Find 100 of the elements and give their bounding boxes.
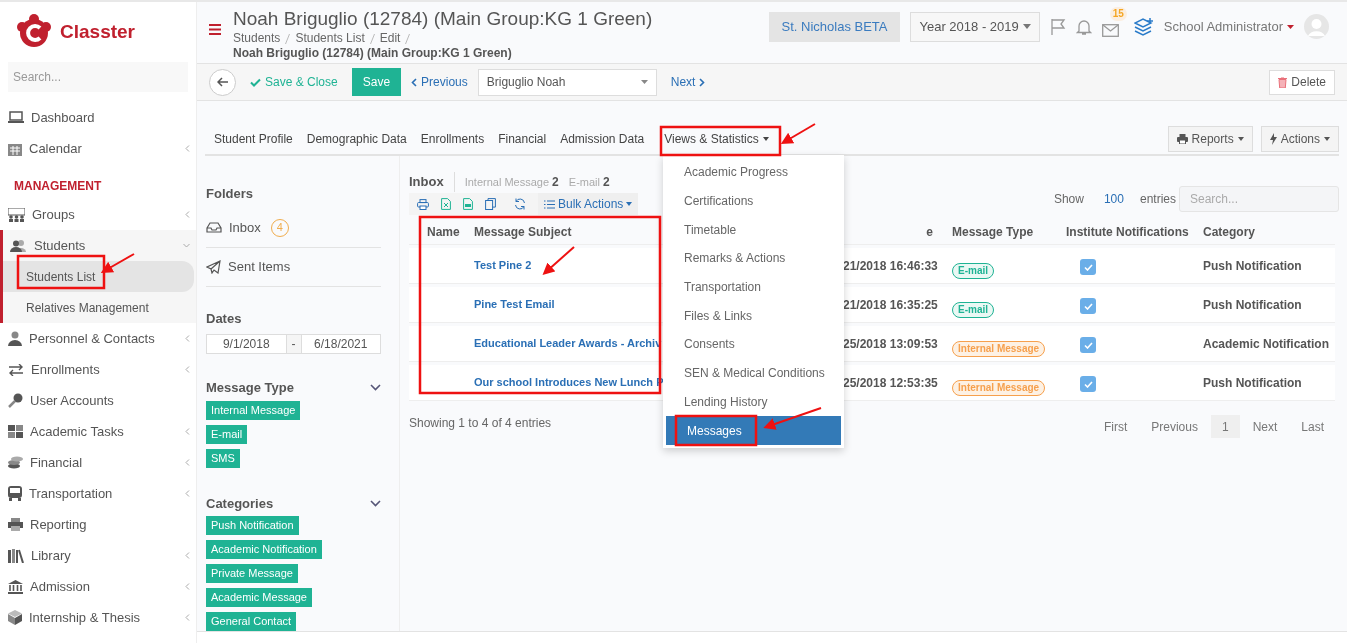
menu-item[interactable]: Certifications <box>663 186 844 216</box>
checkbox[interactable] <box>1080 298 1096 314</box>
delete-button[interactable]: Delete <box>1269 69 1335 95</box>
checkbox[interactable] <box>1080 376 1096 392</box>
tab[interactable]: Student Profile <box>214 124 293 153</box>
type-badge: E-mail <box>952 263 994 279</box>
actions-button[interactable]: Actions <box>1260 125 1339 152</box>
layers-plus-icon[interactable] <box>1133 17 1154 36</box>
column-header: Message Subject <box>474 223 572 241</box>
sidebar-item[interactable]: Groups <box>0 199 196 230</box>
message-count: Internal Message 2 <box>464 174 559 191</box>
column-header: Institute Notifications <box>1066 223 1189 241</box>
menu-item[interactable]: Lending History <box>663 387 844 417</box>
year-select[interactable]: Year 2018 - 2019 <box>910 12 1040 42</box>
reports-button[interactable]: Reports <box>1167 125 1253 152</box>
pagination-button[interactable]: Last <box>1290 415 1335 438</box>
sidebar-item[interactable]: Transportation <box>0 478 196 509</box>
school-badge[interactable]: St. Nicholas BETA <box>768 12 901 42</box>
coins-icon <box>8 456 23 469</box>
message-subject-link[interactable]: Test Pine 2 <box>474 257 532 274</box>
chevron-down-icon[interactable] <box>370 384 381 392</box>
student-select[interactable]: Briguglio Noah <box>477 68 657 96</box>
excel-icon[interactable] <box>441 198 451 210</box>
section-heading: Categories <box>206 494 274 513</box>
search-field[interactable]: Search... <box>8 62 188 92</box>
sidebar-item[interactable]: Financial <box>0 447 196 478</box>
chevron-right-icon <box>699 77 706 87</box>
sidebar-item[interactable]: Internship & Thesis <box>0 602 196 633</box>
tab[interactable]: Admission Data <box>560 124 645 153</box>
bulk-actions-button[interactable]: Bulk Actions <box>538 193 639 215</box>
sidebar-item[interactable]: User Accounts <box>0 385 196 416</box>
menu-item[interactable]: SEN & Medical Conditions <box>663 358 844 388</box>
breadcrumb-item[interactable]: Edit <box>379 31 401 46</box>
type-badge: Internal Message <box>952 380 1046 396</box>
tab[interactable]: Financial <box>498 124 547 153</box>
table-search-field[interactable]: Search... <box>1179 186 1339 212</box>
print-icon[interactable] <box>417 198 429 210</box>
csv-icon[interactable] <box>463 198 473 210</box>
menu-item[interactable]: Remarks & Actions <box>663 244 844 273</box>
sidebar-item[interactable]: Personnel & Contacts <box>0 323 196 354</box>
table-info: Showing 1 to 4 of 4 entries <box>409 414 552 432</box>
sidebar-item[interactable]: Admission <box>0 571 196 602</box>
annotation-arrow <box>780 123 816 145</box>
menu-item[interactable]: Timetable <box>663 215 844 245</box>
user-menu[interactable]: School Administrator <box>1163 17 1294 37</box>
bell-icon[interactable] <box>1075 17 1092 36</box>
section-heading: Dates <box>206 309 243 328</box>
message-count: E-mail 2 <box>568 174 610 191</box>
date-range-field[interactable]: 9/1/2018 - 6/18/2021 <box>206 334 381 354</box>
entries-select[interactable]: 100 <box>1103 190 1124 208</box>
copy-icon[interactable] <box>485 198 496 210</box>
sidebar-item[interactable]: Enrollments <box>0 354 196 385</box>
calendar-icon <box>8 141 22 156</box>
sidebar-item[interactable]: Library <box>0 540 196 571</box>
menu-icon[interactable] <box>209 24 221 35</box>
flag-icon[interactable] <box>1049 17 1066 36</box>
sidebar-subitem[interactable]: Relatives Management <box>3 292 194 323</box>
sidebar-item[interactable]: Calendar <box>0 133 196 164</box>
key-icon <box>8 393 23 408</box>
previous-button[interactable]: Previous <box>411 73 468 91</box>
show-label: Show <box>1053 191 1084 208</box>
group-icon <box>8 207 25 222</box>
chevron-down-icon[interactable] <box>370 499 381 507</box>
menu-item[interactable]: Transportation <box>663 272 844 302</box>
sidebar-subitem[interactable]: Students List <box>3 261 194 292</box>
breadcrumb-item[interactable]: Students List <box>295 31 365 46</box>
pagination-button[interactable]: First <box>1092 415 1139 438</box>
sidebar-item[interactable]: Reporting <box>0 509 196 540</box>
breadcrumb-item[interactable]: Students <box>233 31 281 46</box>
menu-item[interactable]: Files & Links <box>663 301 844 331</box>
printer-icon <box>8 518 23 531</box>
mail-icon[interactable] <box>1101 23 1119 37</box>
section-heading: Message Type <box>206 379 294 397</box>
folder-item[interactable]: Sent Items <box>206 247 381 287</box>
table-cell-text: 25/2018 13:09:53 <box>843 336 939 353</box>
swap-arrows-icon <box>8 363 24 376</box>
checkbox[interactable] <box>1080 337 1096 353</box>
arrow-left-icon <box>216 77 229 87</box>
next-button[interactable]: Next <box>670 73 706 91</box>
notification-badge: 15 <box>1109 6 1127 21</box>
folder-item[interactable]: Inbox 4 <box>206 208 381 248</box>
tab[interactable]: Enrollments <box>420 124 485 153</box>
sidebar-item[interactable]: Academic Tasks <box>0 416 196 447</box>
pagination-button[interactable]: Previous <box>1140 415 1209 438</box>
pagination-button[interactable]: Next <box>1241 415 1289 438</box>
caret-icon <box>1022 24 1031 30</box>
back-button[interactable] <box>209 68 236 96</box>
menu-item[interactable]: Consents <box>663 330 844 359</box>
tab[interactable]: Views & Statistics <box>658 124 775 153</box>
tab[interactable]: Demographic Data <box>306 124 407 153</box>
menu-item[interactable]: Academic Progress <box>663 158 844 187</box>
sidebar-item[interactable]: Students <box>3 230 196 261</box>
checkbox[interactable] <box>1080 259 1096 275</box>
caret-icon <box>640 80 648 84</box>
refresh-icon[interactable] <box>514 198 526 210</box>
message-subject-link[interactable]: Pine Test Email <box>474 296 555 313</box>
menu-item[interactable]: Messages <box>666 416 841 445</box>
sidebar-item[interactable]: Dashboard <box>0 102 196 133</box>
bolt-icon <box>1269 132 1277 145</box>
pagination-button[interactable]: 1 <box>1210 415 1240 438</box>
